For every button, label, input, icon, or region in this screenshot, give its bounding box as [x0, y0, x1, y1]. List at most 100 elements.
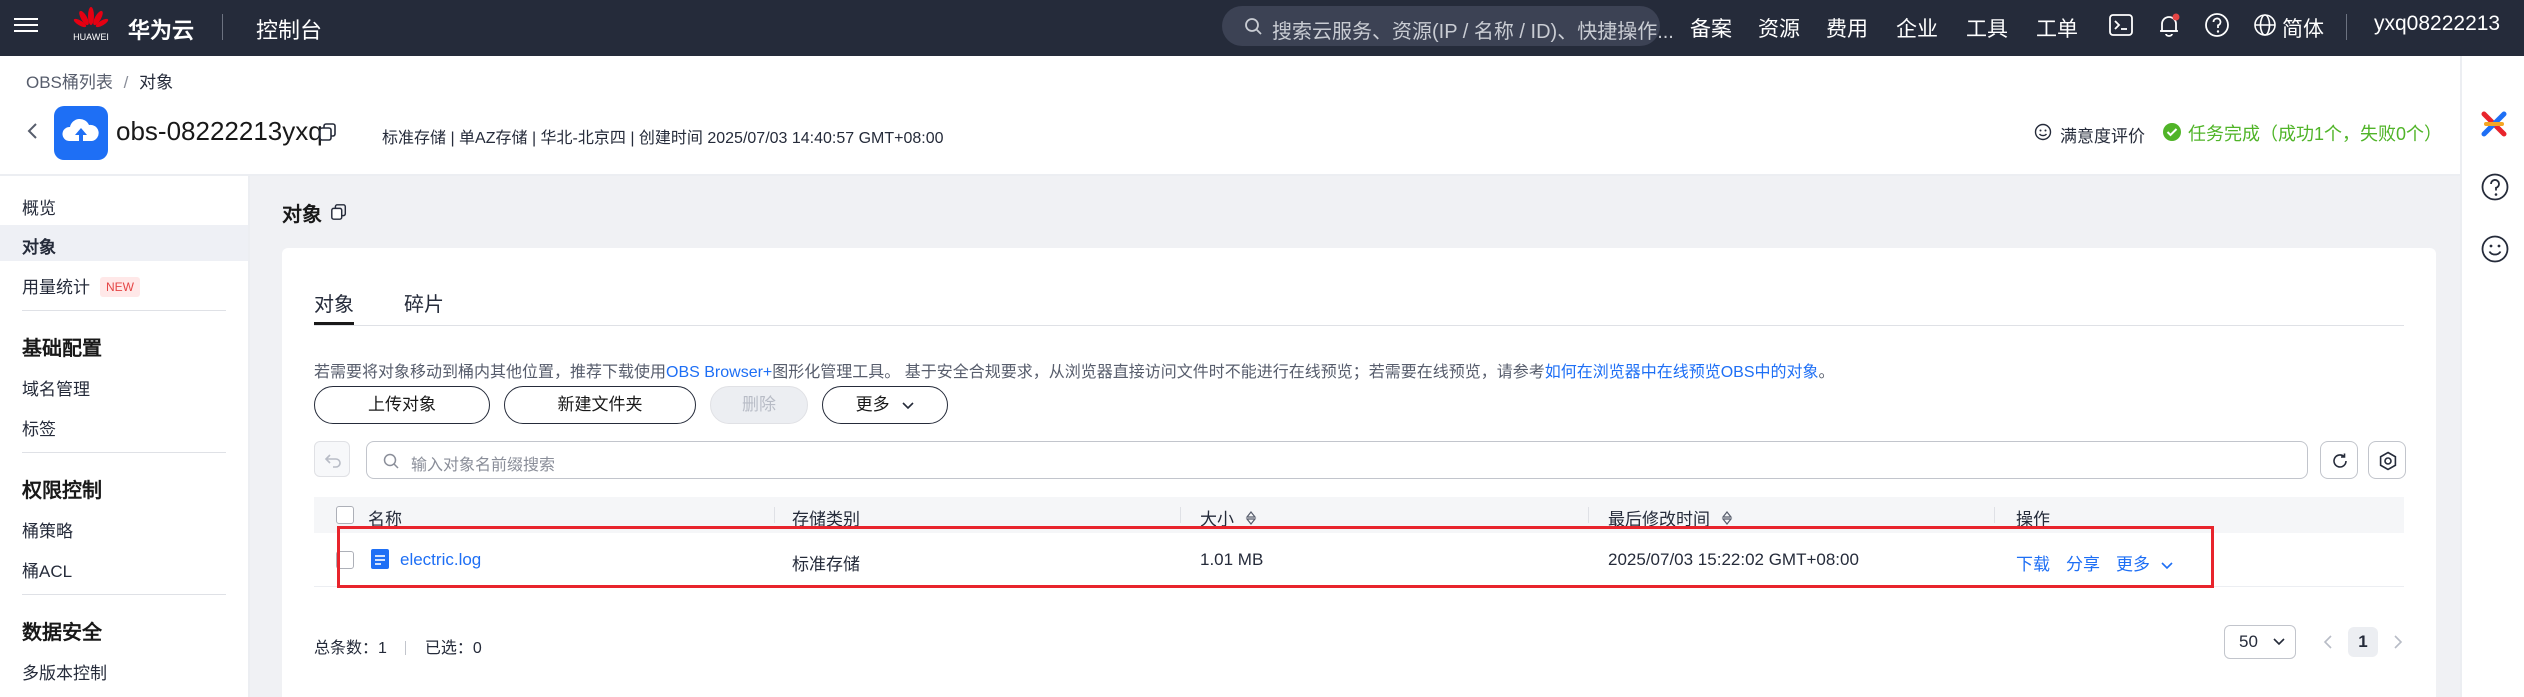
total-count: 1 — [378, 640, 387, 657]
sidebar-group-basic-config: 基础配置 — [22, 338, 102, 360]
refresh-icon — [2333, 453, 2347, 468]
copy-icon[interactable] — [330, 203, 348, 221]
nav-resources[interactable]: 资源 — [1758, 13, 1800, 43]
search-icon — [1245, 18, 1262, 35]
page-title: 对象 — [282, 204, 322, 226]
search-placeholder: 输入对象名前缀搜索 — [411, 457, 556, 474]
global-search-input[interactable]: 搜索云服务、资源(IP / 名称 / ID)、快捷操作... — [1222, 6, 1674, 46]
online-preview-link[interactable]: 如何在浏览器中在线预览OBS中的对象 — [1545, 364, 1819, 381]
nav-enterprise[interactable]: 企业 — [1896, 13, 1938, 43]
gear-icon — [2379, 451, 2397, 471]
page-header: OBS桶列表 / 对象 obs-08222213yxq 标准存储 | 单AZ存储… — [0, 56, 2460, 176]
sidebar-group-data-security: 数据安全 — [22, 622, 102, 644]
smile-icon — [2034, 123, 2052, 141]
right-rail — [2460, 56, 2524, 697]
search-icon — [383, 453, 399, 469]
obs-browser-link[interactable]: OBS Browser+ — [666, 364, 772, 381]
console-link[interactable]: 控制台 — [256, 13, 322, 45]
breadcrumb-obs-list[interactable]: OBS桶列表 — [26, 73, 113, 92]
divider — [2346, 14, 2347, 40]
column-divider — [774, 507, 775, 523]
bucket-icon — [54, 106, 108, 160]
nav-beian[interactable]: 备案 — [1690, 13, 1732, 43]
more-actions-dropdown[interactable]: 更多 — [822, 386, 948, 424]
select-all-checkbox[interactable] — [336, 506, 354, 524]
nav-billing[interactable]: 费用 — [1826, 13, 1868, 43]
page-size-select[interactable]: 50 — [2224, 625, 2296, 659]
breadcrumb: OBS桶列表 / 对象 — [26, 68, 173, 93]
divider — [405, 641, 407, 655]
search-placeholder: 搜索云服务、资源(IP / 名称 / ID)、快捷操作... — [1272, 21, 1674, 43]
next-page-icon[interactable] — [2392, 634, 2404, 650]
brand-name[interactable]: 华为云 — [128, 13, 194, 45]
nav-tools[interactable]: 工具 — [1966, 13, 2008, 43]
menu-icon[interactable] — [14, 14, 38, 38]
sort-icon — [1245, 511, 1256, 525]
column-divider — [1180, 507, 1181, 523]
objects-card: 对象 碎片 若需要将对象移动到桶内其他位置，推荐下载使用OBS Browser+… — [282, 248, 2436, 697]
sidebar-item-objects[interactable]: 对象 — [22, 233, 56, 258]
left-sidebar: 概览 对象 用量统计 NEW 基础配置 域名管理 标签 权限控制 桶策略 桶ACL… — [0, 176, 250, 697]
sidebar-item-bucket-acl[interactable]: 桶ACL — [22, 557, 72, 582]
sidebar-item-versioning[interactable]: 多版本控制 — [22, 659, 107, 684]
column-divider — [1994, 507, 1995, 523]
copy-icon[interactable] — [318, 122, 338, 142]
hint-text: 。 — [1818, 364, 1835, 381]
globe-icon[interactable] — [2252, 12, 2278, 38]
tab-objects[interactable]: 对象 — [314, 288, 354, 317]
sidebar-item-overview[interactable]: 概览 — [22, 194, 56, 219]
page-size-value: 50 — [2239, 632, 2258, 651]
tab-fragments[interactable]: 碎片 — [404, 288, 444, 317]
check-circle-icon — [2163, 123, 2181, 141]
help-icon[interactable] — [2204, 12, 2230, 38]
sidebar-item-domain[interactable]: 域名管理 — [22, 375, 90, 400]
sort-icon — [1721, 511, 1732, 525]
breadcrumb-separator: / — [123, 73, 129, 92]
feedback-smile-icon[interactable] — [2480, 234, 2510, 264]
delete-button[interactable]: 删除 — [710, 386, 808, 424]
divider — [222, 14, 223, 40]
bucket-name: obs-08222213yxq — [116, 116, 323, 146]
bucket-meta-info: 标准存储 | 单AZ存储 | 华北-北京四 | 创建时间 2025/07/03 … — [382, 130, 944, 147]
divider — [22, 310, 226, 311]
object-search-input[interactable]: 输入对象名前缀搜索 — [366, 441, 2308, 479]
sidebar-item-bucket-policy[interactable]: 桶策略 — [22, 517, 73, 542]
satisfaction-rating-link[interactable]: 满意度评价 — [2060, 122, 2145, 147]
logo-text: HUAWEI — [73, 32, 109, 42]
info-hint: 若需要将对象移动到桶内其他位置，推荐下载使用OBS Browser+图形化管理工… — [314, 358, 1835, 382]
new-badge: NEW — [100, 277, 140, 297]
language-switch[interactable]: 简体 — [2282, 13, 2324, 43]
more-label: 更多 — [855, 395, 890, 414]
refresh-button[interactable] — [2320, 441, 2358, 479]
sidebar-group-permissions: 权限控制 — [22, 480, 102, 502]
hint-text: 图形化管理工具。 基于安全合规要求，从浏览器直接访问文件时不能进行在线预览；若需… — [772, 364, 1545, 381]
user-account[interactable]: yxq08222213 — [2374, 12, 2500, 36]
sidebar-item-tags[interactable]: 标签 — [22, 415, 56, 440]
terminal-icon[interactable] — [2108, 12, 2134, 38]
nav-tickets[interactable]: 工单 — [2036, 13, 2078, 43]
undo-icon — [324, 454, 341, 468]
selected-count: 0 — [472, 640, 482, 657]
chevron-down-icon — [2273, 638, 2285, 646]
sidebar-item-label: 用量统计 — [22, 278, 90, 297]
back-button[interactable] — [314, 441, 350, 477]
back-arrow-icon[interactable] — [26, 122, 40, 140]
selected-label: 已选： — [424, 640, 473, 657]
main-content: 对象 对象 碎片 若需要将对象移动到桶内其他位置，推荐下载使用OBS Brows… — [250, 176, 2460, 697]
notification-bell-icon[interactable] — [2156, 12, 2182, 38]
highlight-annotation-box — [337, 526, 2214, 588]
chevron-down-icon — [902, 402, 914, 410]
total-label: 总条数： — [314, 640, 379, 657]
settings-button[interactable] — [2368, 441, 2406, 479]
task-status[interactable]: 任务完成（成功1个，失败0个） — [2188, 120, 2442, 146]
sidebar-item-usage[interactable]: 用量统计 NEW — [22, 273, 140, 298]
page-number-current[interactable]: 1 — [2348, 627, 2378, 657]
ai-assistant-icon[interactable] — [2478, 108, 2510, 140]
table-footer-summary: 总条数：1 已选：0 — [314, 634, 482, 658]
prev-page-icon[interactable] — [2322, 634, 2334, 650]
new-folder-button[interactable]: 新建文件夹 — [504, 386, 696, 424]
help-icon[interactable] — [2480, 172, 2510, 202]
breadcrumb-current: 对象 — [139, 73, 174, 92]
upload-object-button[interactable]: 上传对象 — [314, 386, 490, 424]
tab-active-indicator — [314, 322, 354, 325]
